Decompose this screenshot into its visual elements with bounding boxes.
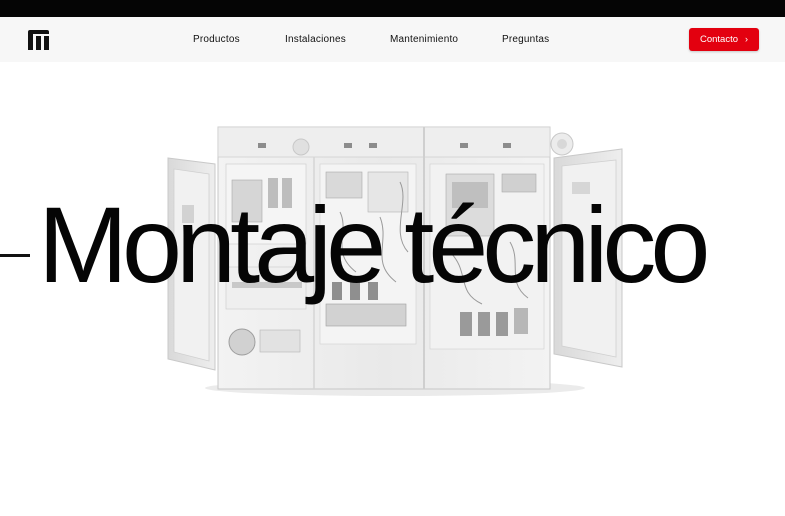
headline-dash (0, 254, 30, 257)
hero-section: Montaje técnico (0, 62, 785, 516)
contact-button[interactable]: Contacto › (689, 28, 759, 51)
brand-logo-icon[interactable] (27, 29, 50, 52)
contact-button-label: Contacto (699, 34, 739, 45)
chevron-right-icon: › (745, 34, 749, 44)
nav-item-productos[interactable]: Productos (193, 34, 240, 45)
hero-title: Montaje técnico (38, 184, 710, 305)
nav-item-mantenimiento[interactable]: Mantenimiento (390, 34, 458, 45)
nav-item-preguntas[interactable]: Preguntas (502, 34, 549, 45)
main-navbar: Productos Instalaciones Mantenimiento Pr… (0, 17, 785, 62)
top-black-bar (0, 0, 785, 17)
nav-item-instalaciones[interactable]: Instalaciones (285, 34, 346, 45)
